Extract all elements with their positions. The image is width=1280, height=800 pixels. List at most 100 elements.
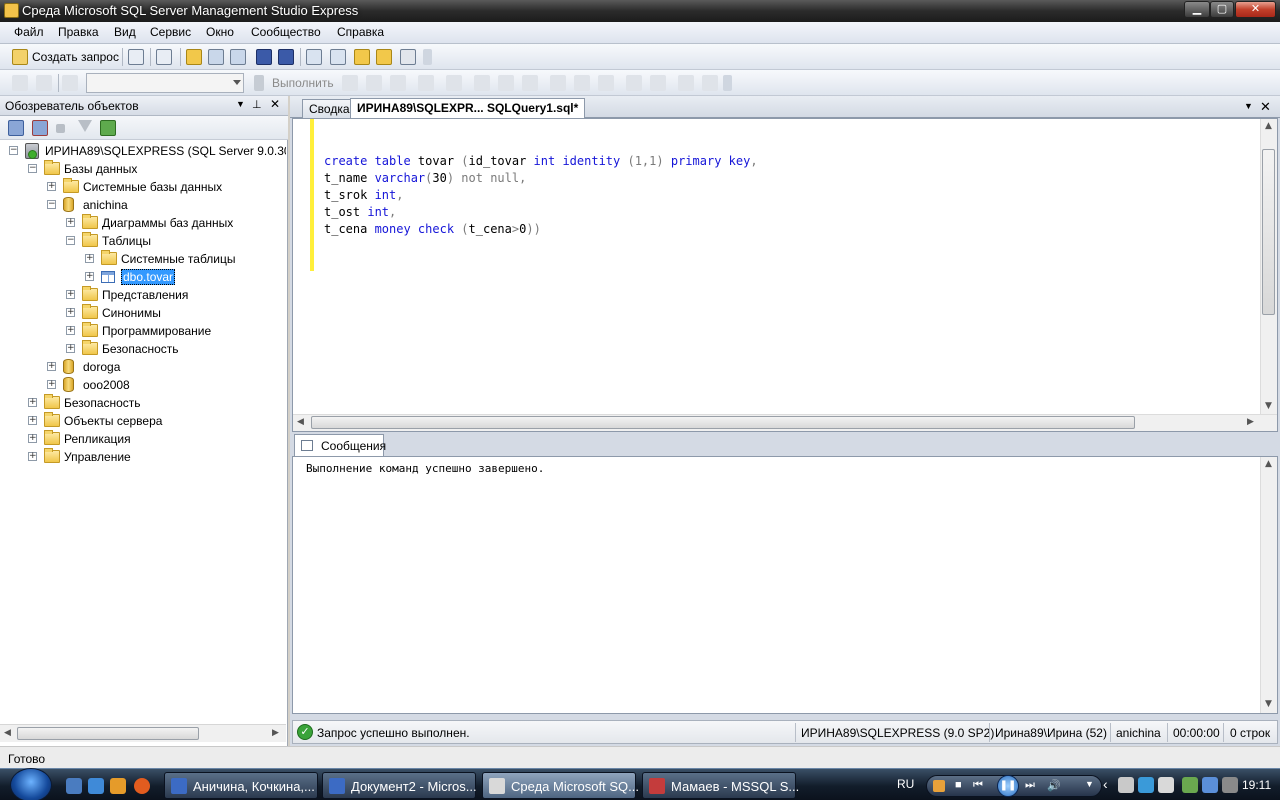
media-player-icon[interactable]: [110, 778, 126, 794]
start-button[interactable]: [10, 768, 52, 800]
collapse-icon[interactable]: −: [47, 200, 56, 209]
tree-node[interactable]: + Репликация: [0, 430, 286, 448]
browser-icon[interactable]: [134, 778, 150, 794]
analysis-icon[interactable]: [230, 49, 246, 65]
properties-icon[interactable]: [400, 49, 416, 65]
vscroll-thumb[interactable]: [1262, 149, 1275, 315]
menu-file[interactable]: Файл: [12, 25, 46, 39]
new-file-icon[interactable]: [128, 49, 144, 65]
save-all-icon[interactable]: [278, 49, 294, 65]
new-project-icon[interactable]: [156, 49, 172, 65]
results-to-file-icon[interactable]: [522, 75, 538, 91]
menu-window[interactable]: Окно: [204, 25, 236, 39]
tray-icon-5[interactable]: [1202, 777, 1218, 793]
expand-icon[interactable]: +: [47, 182, 56, 191]
decrease-indent-icon[interactable]: [650, 75, 666, 91]
results-to-text-icon[interactable]: [474, 75, 490, 91]
taskbar-button-4[interactable]: Мамаев - MSSQL S...: [642, 772, 799, 799]
query-designer-icon[interactable]: [418, 75, 434, 91]
registered-servers-icon[interactable]: [306, 49, 322, 65]
volume-icon[interactable]: 🔊: [1047, 779, 1061, 792]
tree-node[interactable]: + Системные таблицы: [0, 250, 286, 268]
expand-icon[interactable]: +: [66, 344, 75, 353]
solution-explorer-icon[interactable]: [376, 49, 392, 65]
tree-node[interactable]: − Базы данных: [0, 160, 286, 178]
scroll-up-icon[interactable]: ▲: [1265, 121, 1272, 131]
toolbar2-overflow-icon[interactable]: [723, 75, 732, 91]
specify-values-icon[interactable]: [702, 75, 718, 91]
expand-icon[interactable]: +: [66, 326, 75, 335]
expand-icon[interactable]: +: [28, 398, 37, 407]
expand-icon[interactable]: +: [66, 218, 75, 227]
taskbar-button-3[interactable]: Среда Microsoft SQ...: [482, 772, 639, 799]
language-indicator[interactable]: RU: [897, 777, 914, 791]
increase-indent-icon[interactable]: [678, 75, 694, 91]
tab-close-icon[interactable]: ✕: [1260, 99, 1271, 115]
tree-node[interactable]: + Программирование: [0, 322, 286, 340]
include-plan-icon[interactable]: [550, 75, 566, 91]
uncomment-icon[interactable]: [626, 75, 642, 91]
results-to-grid-icon[interactable]: [498, 75, 514, 91]
clock[interactable]: 19:11: [1242, 778, 1271, 792]
query-editor[interactable]: create table tovar (id_tovar int identit…: [292, 118, 1278, 432]
parse-icon[interactable]: [342, 75, 358, 91]
tree-node[interactable]: + doroga: [0, 358, 286, 376]
close-button[interactable]: ✕: [1235, 1, 1276, 18]
tree-node[interactable]: − Таблицы: [0, 232, 286, 250]
new-query-button[interactable]: Создать запрос: [32, 50, 119, 64]
tab-query[interactable]: ИРИНА89\SQLEXPR... SQLQuery1.sql*: [350, 98, 586, 119]
expand-icon[interactable]: +: [28, 416, 37, 425]
expand-icon[interactable]: +: [47, 380, 56, 389]
disconnect-object-icon[interactable]: [32, 120, 48, 136]
tree-node[interactable]: − anichina: [0, 196, 286, 214]
stop-icon[interactable]: [56, 124, 65, 133]
sql-code[interactable]: create table tovar (id_tovar int identit…: [324, 153, 758, 238]
pause-icon[interactable]: ❚❚: [997, 775, 1019, 797]
tab-messages[interactable]: Сообщения: [294, 434, 386, 456]
messages-scroll-down-icon[interactable]: ▼: [1265, 699, 1272, 709]
tab-list-icon[interactable]: ▼: [1244, 101, 1253, 111]
stop-media-icon[interactable]: ■: [955, 779, 962, 791]
expand-icon[interactable]: +: [28, 434, 37, 443]
scroll-left-icon[interactable]: ◀: [4, 728, 11, 738]
panel-dropdown-icon[interactable]: ▼: [236, 99, 245, 109]
tree-node[interactable]: + dbo.tovar: [0, 268, 286, 286]
disconnect-icon[interactable]: [36, 75, 52, 91]
collapse-icon[interactable]: −: [66, 236, 75, 245]
messages-scroll-up-icon[interactable]: ▲: [1265, 459, 1272, 469]
object-explorer-icon[interactable]: [330, 49, 346, 65]
taskbar-button-2[interactable]: Документ2 - Micros...: [322, 772, 477, 799]
hscroll-thumb[interactable]: [17, 727, 199, 740]
expand-icon[interactable]: +: [47, 362, 56, 371]
network-icon[interactable]: [1138, 777, 1154, 793]
tab-summary[interactable]: Сводка: [302, 99, 357, 118]
panel-close-icon[interactable]: ✕: [270, 97, 280, 111]
media-mini-player[interactable]: ■ ⏮ ❚❚ ⏭ 🔊 ▼: [926, 775, 1102, 797]
menu-view[interactable]: Вид: [112, 25, 138, 39]
collapse-icon[interactable]: −: [9, 146, 18, 155]
save-icon[interactable]: [256, 49, 272, 65]
tree-node[interactable]: − ИРИНА89\SQLEXPRESS (SQL Server 9.0.3042…: [0, 142, 286, 160]
editor-scroll-left-icon[interactable]: ◀: [297, 417, 304, 427]
expand-icon[interactable]: +: [85, 272, 94, 281]
connect-icon[interactable]: [12, 75, 28, 91]
toolbar-overflow-icon[interactable]: [423, 49, 432, 65]
previous-track-icon[interactable]: ⏮: [973, 779, 983, 792]
query-options-icon[interactable]: [390, 75, 406, 91]
next-track-icon[interactable]: ⏭: [1025, 779, 1035, 792]
change-connection-icon[interactable]: [62, 75, 78, 91]
show-desktop-icon[interactable]: [66, 778, 82, 794]
tray-icon-1[interactable]: [1118, 777, 1134, 793]
minimize-button[interactable]: ▁: [1184, 1, 1210, 18]
tree-node[interactable]: + Синонимы: [0, 304, 286, 322]
estimated-plan-icon[interactable]: [446, 75, 462, 91]
maximize-button[interactable]: ▢: [1210, 1, 1234, 18]
editor-scroll-right-icon[interactable]: ▶: [1247, 417, 1254, 427]
taskbar-button-1[interactable]: Аничина, Кочкина,...: [164, 772, 318, 799]
object-explorer-hscroll[interactable]: ◀ ▶: [0, 724, 286, 742]
media-menu-icon[interactable]: ▼: [1085, 779, 1094, 789]
refresh-icon[interactable]: [100, 120, 116, 136]
expand-icon[interactable]: +: [28, 452, 37, 461]
editor-hscroll-thumb[interactable]: [311, 416, 1135, 429]
tray-icon-3[interactable]: [1158, 777, 1174, 793]
